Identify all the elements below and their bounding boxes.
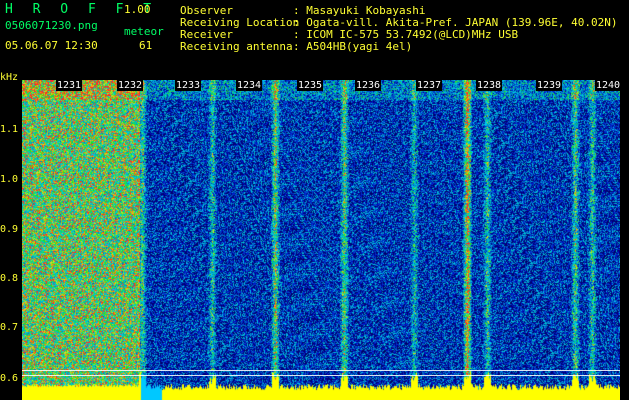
y-tick: 1.1 [0, 124, 19, 135]
time-mark: 1240 [595, 80, 622, 91]
y-tick: 0.8 [0, 273, 19, 284]
spectrogram-canvas [22, 80, 620, 400]
spectrogram [22, 80, 620, 400]
time-mark: 1233 [175, 80, 202, 91]
file-datetime: 05.06.07 12:30 [5, 39, 98, 52]
antenna-label: Receiving antenna [180, 40, 293, 53]
antenna-value: : A504HB(yagi 4el) [293, 40, 413, 53]
meteor-count: 61 [139, 39, 153, 52]
y-tick: 0.9 [0, 224, 19, 235]
time-mark: 1238 [476, 80, 503, 91]
y-tick: 1.0 [0, 174, 19, 185]
app-version: 1.00 [124, 3, 151, 16]
meteor-label: meteor [124, 25, 164, 38]
y-tick: 0.6 [0, 373, 19, 384]
time-mark: 1234 [236, 80, 263, 91]
time-mark: 1239 [536, 80, 563, 91]
time-mark: 1236 [355, 80, 382, 91]
file-name: 0506071230.png [5, 19, 98, 32]
y-axis-unit: kHz [0, 72, 19, 83]
reference-line [22, 375, 620, 376]
time-mark: 1235 [297, 80, 324, 91]
time-mark: 1232 [117, 80, 144, 91]
time-mark: 1231 [56, 80, 83, 91]
reference-line [22, 370, 620, 371]
time-mark: 1237 [416, 80, 443, 91]
y-tick: 0.7 [0, 322, 19, 333]
